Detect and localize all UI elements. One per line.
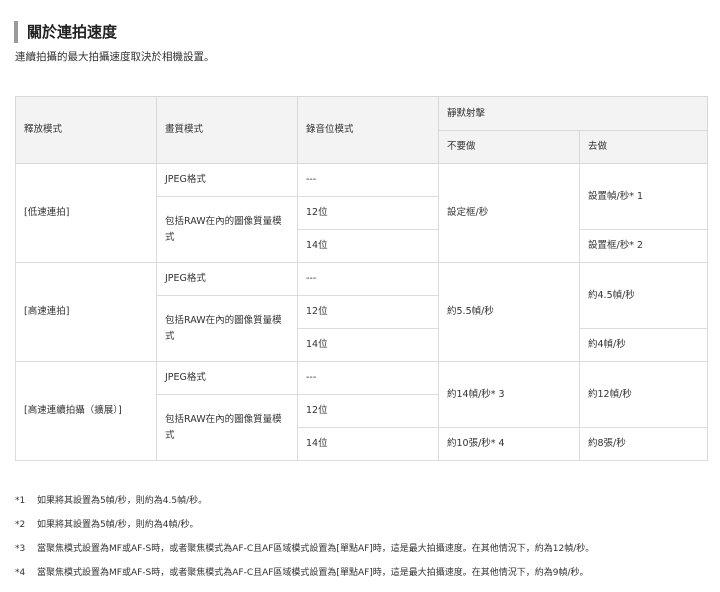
- table-row: [低速連拍] JPEG格式 --- 設定框/秒 設置幀/秒* 1: [15, 163, 709, 263]
- footnote-mark: *2: [15, 520, 26, 530]
- header-bit-depth: 錄音位模式: [297, 96, 439, 164]
- silent-off-cell: 設定框/秒: [438, 163, 580, 263]
- silent-on-cell: 設置框/秒* 2: [578, 229, 709, 263]
- bit-depth-cell: ---: [297, 262, 439, 296]
- footnote-mark: *3: [15, 544, 26, 554]
- footnote: *2 如果將其設置為5幀/秒，則約為4幀/秒。: [15, 513, 594, 537]
- footnotes: *1 如果將其設置為5幀/秒，則約為4.5幀/秒。 *2 如果將其設置為5幀/秒，則…: [15, 489, 594, 585]
- bit-depth-cell: 12位: [297, 196, 439, 230]
- bit-depth-cell: 14位: [297, 328, 439, 362]
- burst-speed-table: 釋放模式 畫質模式 錄音位模式 靜默射擊 不要做 去做 [低速連拍] JPEG格…: [15, 96, 709, 461]
- footnote-text: 當聚焦模式設置為MF或AF-S時，或者聚焦模式為AF-C且AF區域模式設置為[單…: [37, 568, 589, 578]
- footnote: *4 當聚焦模式設置為MF或AF-S時，或者聚焦模式為AF-C且AF區域模式設置為…: [15, 561, 594, 585]
- footnote-text: 當聚焦模式設置為MF或AF-S時，或者聚焦模式為AF-C且AF區域模式設置為[單…: [37, 544, 595, 554]
- quality-cell: JPEG格式: [156, 361, 298, 395]
- header-release-mode: 釋放模式: [15, 96, 157, 164]
- footnote-text: 如果將其設置為5幀/秒，則約為4幀/秒。: [37, 520, 199, 530]
- quality-cell: 包括RAW在內的圖像質量模式: [156, 394, 298, 461]
- release-mode-cell: [低速連拍]: [15, 163, 157, 263]
- footnote: *3 當聚焦模式設置為MF或AF-S時，或者聚焦模式為AF-C且AF區域模式設置為…: [15, 537, 594, 561]
- header-silent-off: 不要做: [438, 130, 580, 164]
- silent-off-cell: 約5.5幀/秒: [438, 262, 580, 362]
- page-title: 關於連拍速度: [14, 21, 117, 44]
- footnote: *1 如果將其設置為5幀/秒，則約為4.5幀/秒。: [15, 489, 594, 513]
- silent-on-cell: 設置幀/秒* 1: [578, 163, 709, 230]
- bit-depth-cell: 14位: [297, 229, 439, 263]
- footnote-mark: *1: [15, 496, 26, 506]
- header-quality: 畫質模式: [156, 96, 298, 164]
- table-row: [高速連續拍攝（擴展）] JPEG格式 --- 約14幀/秒* 3 約12幀/秒: [15, 361, 709, 461]
- silent-on-cell: 約4幀/秒: [578, 328, 709, 362]
- header-silent-shooting: 靜默射擊: [437, 96, 709, 131]
- bit-depth-cell: 12位: [297, 394, 439, 428]
- quality-cell: JPEG格式: [156, 163, 298, 197]
- silent-on-cell: 約8張/秒: [578, 427, 709, 461]
- bit-depth-cell: ---: [297, 361, 439, 395]
- table-header-row: 釋放模式 畫質模式 錄音位模式 靜默射擊: [15, 96, 709, 164]
- bit-depth-cell: 14位: [297, 427, 439, 461]
- silent-off-cell: 約14幀/秒* 3: [438, 361, 580, 428]
- intro-text: 連續拍攝的最大拍攝速度取決於相機設置。: [15, 51, 215, 63]
- quality-cell: 包括RAW在內的圖像質量模式: [156, 295, 298, 362]
- silent-on-cell: 約4.5幀/秒: [578, 262, 709, 329]
- footnote-text: 如果將其設置為5幀/秒，則約為4.5幀/秒。: [37, 496, 208, 506]
- quality-cell: JPEG格式: [156, 262, 298, 296]
- bit-depth-cell: 12位: [297, 295, 439, 329]
- footnote-mark: *4: [15, 568, 26, 578]
- silent-off-cell: 約10張/秒* 4: [438, 427, 580, 461]
- quality-cell: 包括RAW在內的圖像質量模式: [156, 196, 298, 263]
- release-mode-cell: [高速連續拍攝（擴展）]: [15, 361, 157, 461]
- release-mode-cell: [高速連拍]: [15, 262, 157, 362]
- bit-depth-cell: ---: [297, 163, 439, 197]
- header-silent-on: 去做: [578, 130, 709, 164]
- silent-on-cell: 約12幀/秒: [578, 361, 709, 428]
- table-row: [高速連拍] JPEG格式 --- 約5.5幀/秒 約4.5幀/秒: [15, 262, 709, 362]
